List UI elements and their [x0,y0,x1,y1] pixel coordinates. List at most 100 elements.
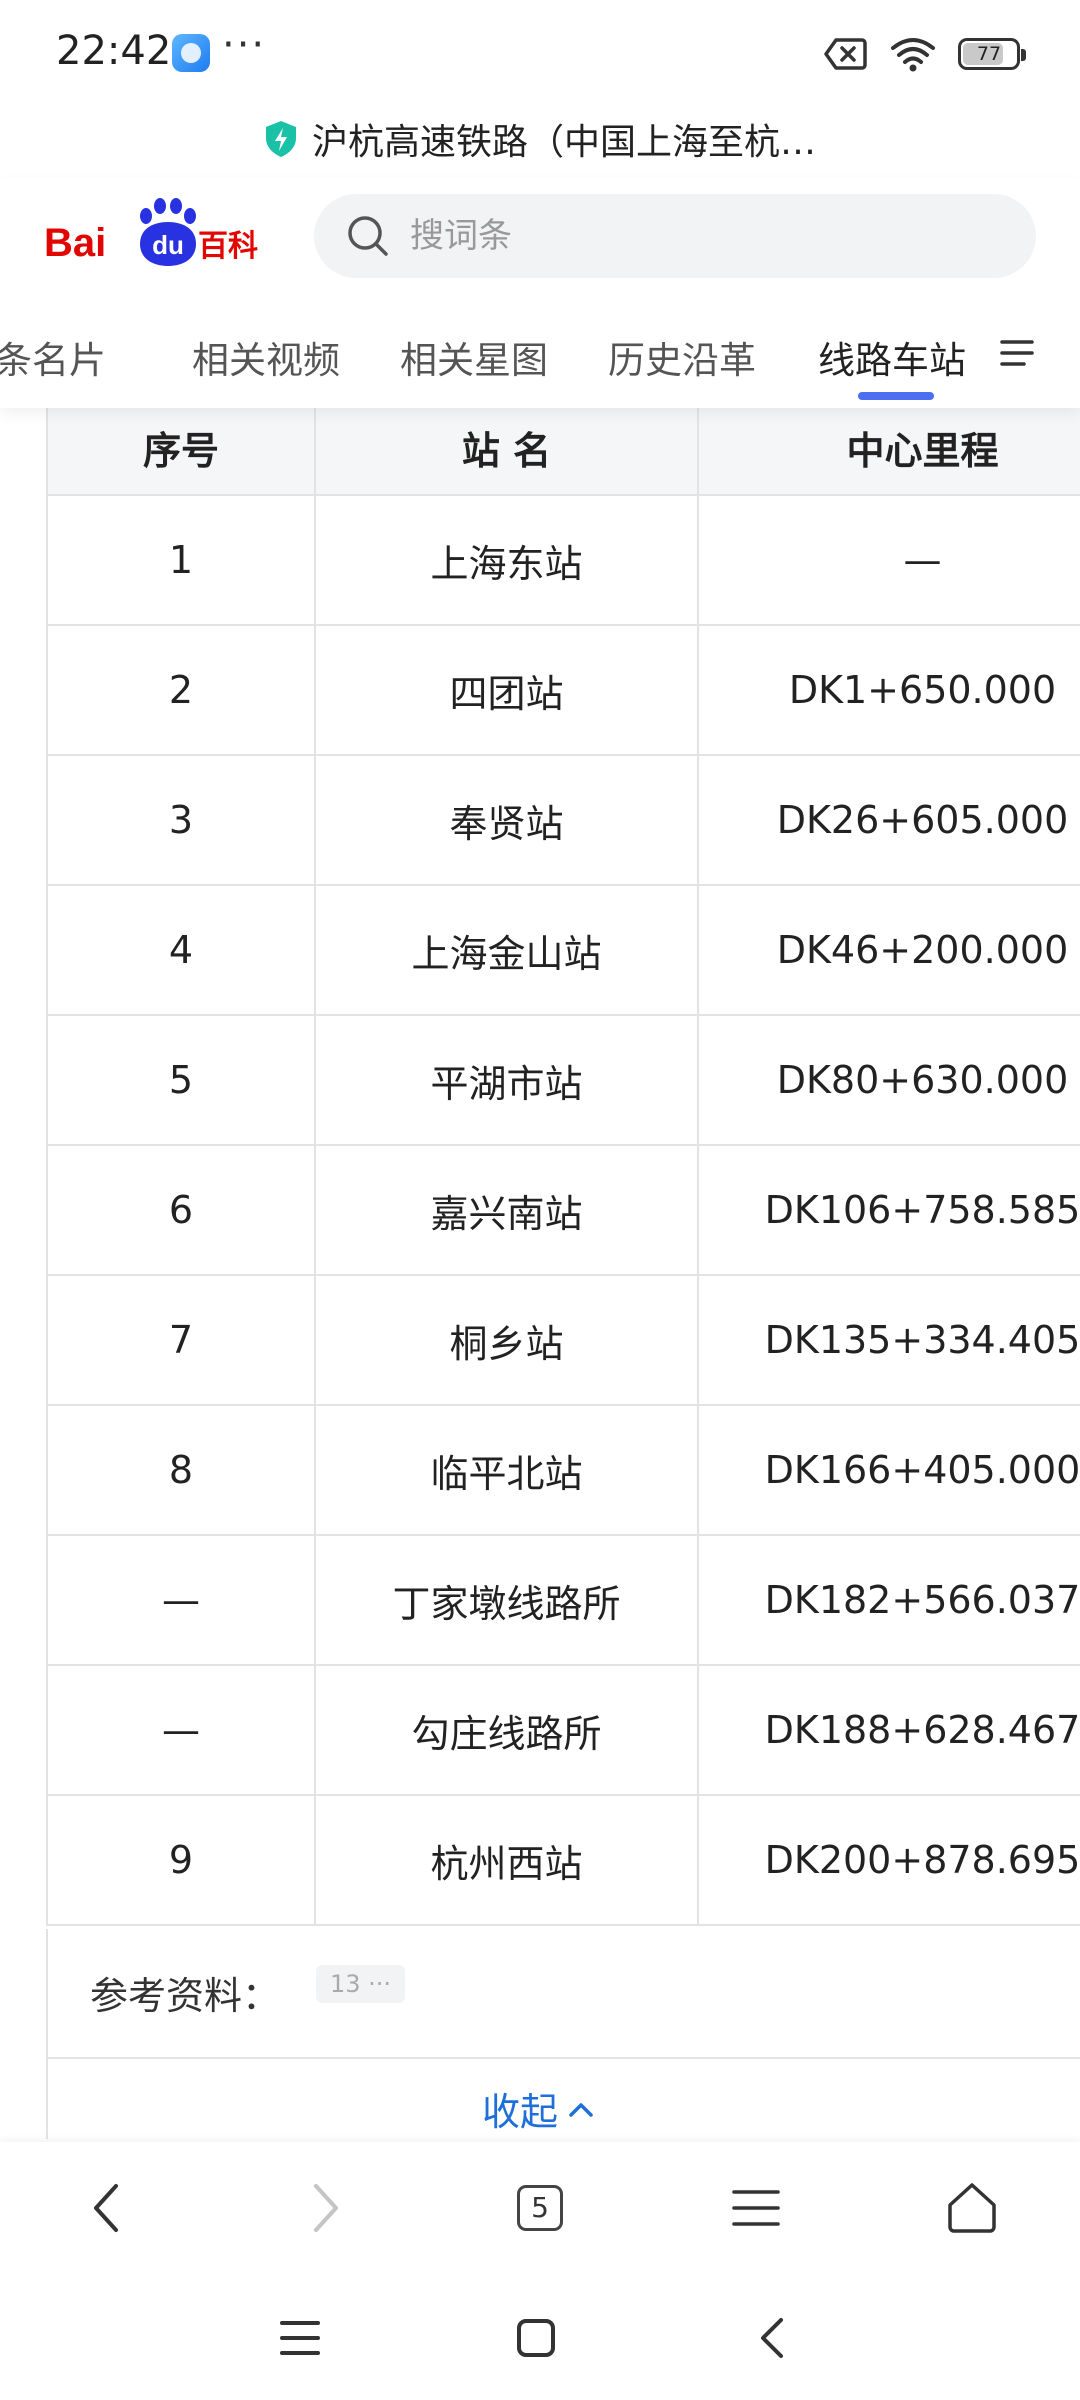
table-header-row: 序号 站 名 中心里程 [46,398,1080,496]
row-mileage: DK80+630.000 [697,1014,1080,1146]
row-seq: — [46,1664,316,1796]
status-bar: 22:42 ··· 77 [0,0,1080,100]
tab-menu-icon[interactable] [1000,336,1034,370]
station-name: 勾庄线路所 [314,1664,699,1796]
row-mileage: DK188+628.467 [697,1664,1080,1796]
table-row: 5 平湖市站 DK80+630.000 [46,1014,1080,1146]
header-station-name: 站 名 [314,398,699,496]
baike-header: du Bai 百科 词条名片 相关视频 相关星图 历史沿革 线路车站 [0,178,1080,408]
header-seq: 序号 [46,398,316,496]
search-icon [348,216,388,256]
active-tab-indicator [858,392,934,400]
table-row: 6 嘉兴南站 DK106+758.585 [46,1144,1080,1276]
station-link[interactable]: 平湖市站 [314,1014,699,1146]
header-center-mileage: 中心里程 [697,398,1080,496]
station-link[interactable]: 上海东站 [314,494,699,626]
station-link[interactable]: 四团站 [314,624,699,756]
row-seq: 6 [46,1144,316,1276]
row-mileage: DK200+878.695 [697,1794,1080,1926]
references-label: 参考资料： [90,1974,281,2018]
row-mileage: DK166+405.000 [697,1404,1080,1536]
row-mileage: DK1+650.000 [697,624,1080,756]
tab-count: 5 [517,2185,563,2231]
recent-apps-button[interactable] [268,2306,332,2370]
section-tab-bar: 词条名片 相关视频 相关星图 历史沿革 线路车站 [0,296,1080,408]
table-row: — 勾庄线路所 DK188+628.467 [46,1664,1080,1796]
row-seq: 3 [46,754,316,886]
more-notifications-icon: ··· [222,22,267,68]
tab-card[interactable]: 词条名片 [0,330,106,384]
row-mileage: DK135+334.405 [697,1274,1080,1406]
system-home-button[interactable] [504,2306,568,2370]
app-notification-icon [172,34,210,72]
battery-percent: 77 [976,43,1002,65]
back-button[interactable] [70,2172,142,2244]
station-table: 序号 站 名 中心里程 1 上海东站 — 2 四团站 DK1+650.000 3… [46,398,1080,1926]
secure-shield-icon [265,121,296,157]
table-row: 1 上海东站 — [46,494,1080,626]
menu-button[interactable] [720,2172,792,2244]
system-back-button[interactable] [740,2306,804,2370]
status-right-icons: 77 [824,30,1026,78]
row-mileage: DK46+200.000 [697,884,1080,1016]
home-button[interactable] [936,2172,1008,2244]
station-link[interactable]: 上海金山站 [314,884,699,1016]
tabs-button[interactable]: 5 [504,2172,576,2244]
row-mileage: — [697,494,1080,626]
svg-text:百科: 百科 [198,229,258,264]
collapse-row: 收起 [46,2059,1080,2139]
reference-badge[interactable]: 13 ··· [316,1965,406,2003]
baidu-baike-logo[interactable]: du Bai 百科 [44,192,264,292]
station-link[interactable]: 桐乡站 [314,1274,699,1406]
table-row: 8 临平北站 DK166+405.000 [46,1404,1080,1536]
back-triangle-icon [761,2318,783,2358]
chevron-up-icon [569,2102,593,2117]
references-row: 参考资料： 13 ··· [46,1929,1080,2059]
tab-related-videos[interactable]: 相关视频 [192,330,340,384]
tab-history[interactable]: 历史沿革 [608,330,756,384]
collapse-button[interactable]: 收起 [482,2081,594,2136]
row-seq: 8 [46,1404,316,1536]
sim-off-icon [824,38,867,70]
row-seq: 7 [46,1274,316,1406]
row-mileage: DK106+758.585 [697,1144,1080,1276]
row-seq: — [46,1534,316,1666]
row-seq: 4 [46,884,316,1016]
row-seq: 5 [46,1014,316,1146]
row-mileage: DK182+566.037 [697,1534,1080,1666]
table-row: — 丁家墩线路所 DK182+566.037 [46,1534,1080,1666]
forward-button[interactable] [290,2172,362,2244]
svg-text:Bai: Bai [44,221,106,265]
row-seq: 2 [46,624,316,756]
search-input[interactable] [408,215,1012,257]
search-box[interactable] [314,194,1036,278]
page-title-bar[interactable]: 沪杭高速铁路（中国上海至杭… [0,100,1080,178]
chevron-left-icon [94,2184,118,2232]
collapse-label: 收起 [482,2090,559,2134]
table-row: 2 四团站 DK1+650.000 [46,624,1080,756]
tab-line-stations[interactable]: 线路车站 [818,330,966,384]
station-table-container[interactable]: 序号 站 名 中心里程 1 上海东站 — 2 四团站 DK1+650.000 3… [46,398,1080,1926]
page-title: 沪杭高速铁路（中国上海至杭… [311,122,816,163]
tab-related-starmap[interactable]: 相关星图 [400,330,548,384]
home-icon [948,2183,996,2233]
station-link[interactable]: 嘉兴南站 [314,1144,699,1276]
browser-toolbar: 5 [0,2142,1080,2274]
station-link[interactable]: 杭州西站 [314,1794,699,1926]
svg-text:du: du [152,230,184,260]
square-home-icon [517,2319,555,2357]
system-navigation-bar [0,2274,1080,2400]
chevron-right-icon [314,2184,338,2232]
station-name: 丁家墩线路所 [314,1534,699,1666]
row-seq: 1 [46,494,316,626]
recent-apps-icon [280,2321,320,2355]
wifi-icon [891,38,935,72]
battery-icon: 77 [958,38,1026,70]
table-row: 3 奉贤站 DK26+605.000 [46,754,1080,886]
table-row: 9 杭州西站 DK200+878.695 [46,1794,1080,1926]
station-link[interactable]: 临平北站 [314,1404,699,1536]
station-link[interactable]: 奉贤站 [314,754,699,886]
table-row: 7 桐乡站 DK135+334.405 [46,1274,1080,1406]
status-time: 22:42 [56,28,172,74]
table-row: 4 上海金山站 DK46+200.000 [46,884,1080,1016]
